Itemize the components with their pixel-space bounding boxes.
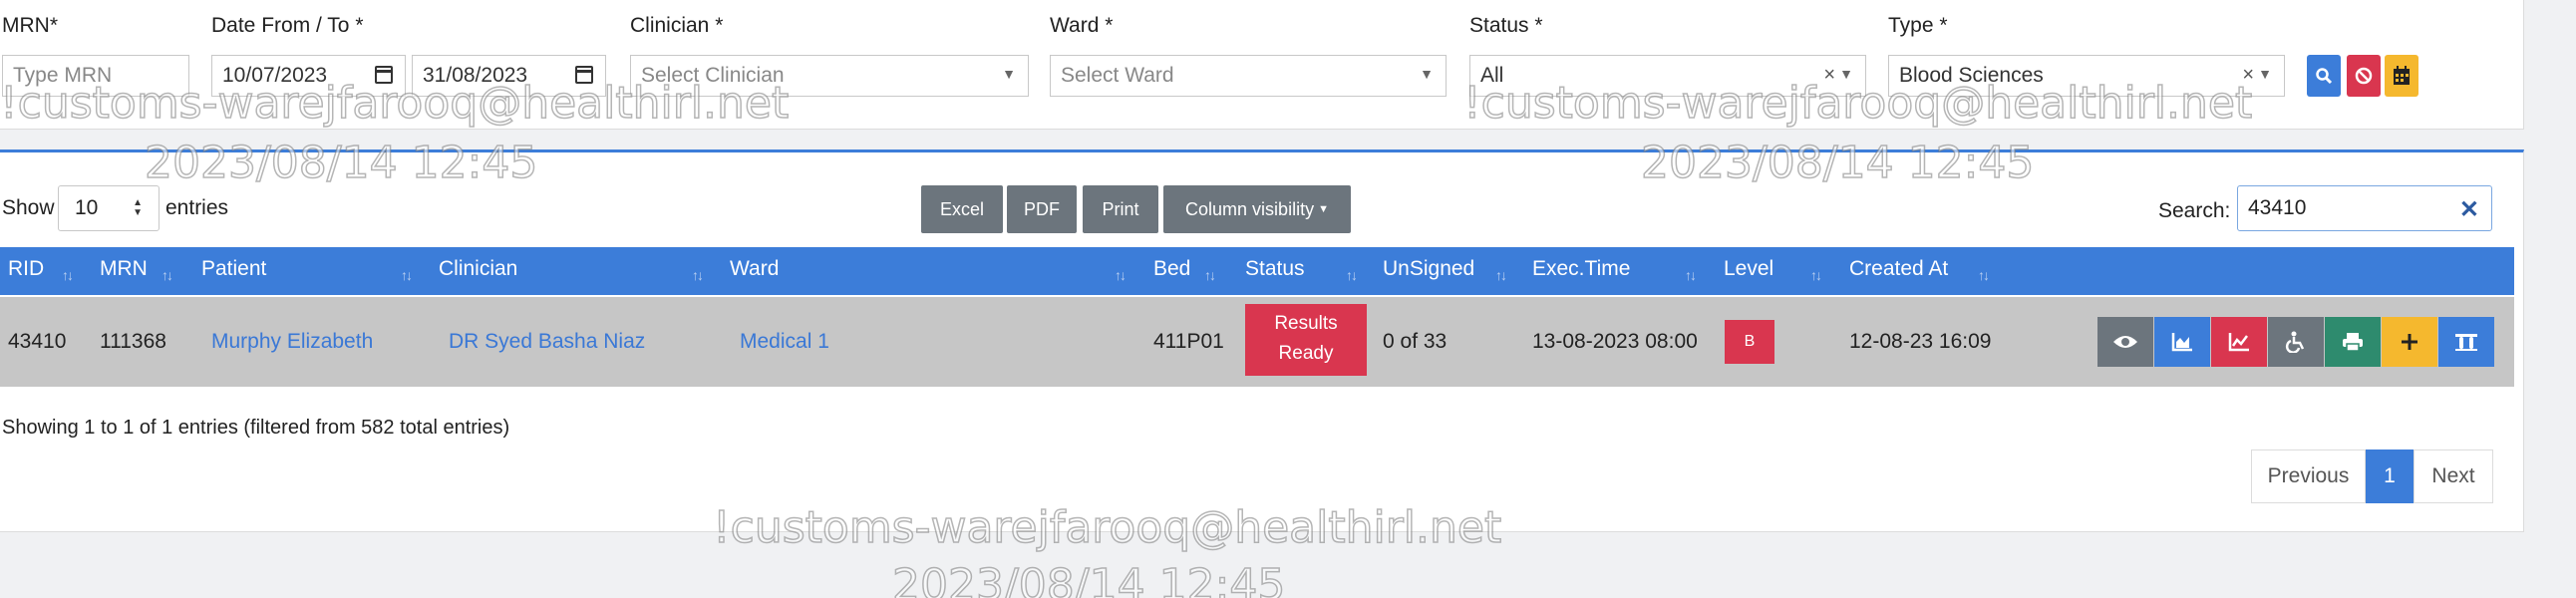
print-icon <box>2343 333 2363 352</box>
area-chart-button[interactable] <box>2154 317 2210 367</box>
ward-select[interactable]: Select Ward ▼ <box>1050 55 1447 97</box>
plus-icon <box>2402 334 2417 350</box>
sort-icon[interactable]: ↑↓ <box>1685 267 1697 283</box>
column-header-unsigned[interactable]: UnSigned <box>1383 257 1474 281</box>
type-label: Type * <box>1888 14 1948 37</box>
column-header-rid[interactable]: RID <box>8 257 44 281</box>
page-1-button[interactable]: 1 <box>2366 449 2414 503</box>
column-header-created-at[interactable]: Created At <box>1849 257 1948 281</box>
search-button[interactable] <box>2307 55 2341 97</box>
watermark-date: 2023/08/14 12:45 <box>1640 137 2035 189</box>
cell-rid: 43410 <box>8 330 67 353</box>
sample-tubes-button[interactable] <box>2438 317 2494 367</box>
status-label: Status * <box>1469 14 1543 37</box>
column-visibility-button[interactable]: Column visibility ▼ <box>1163 185 1351 233</box>
line-chart-button[interactable] <box>2211 317 2267 367</box>
results-panel: Show 10 ▲ ▼ entries Excel PDF Print Colum… <box>0 150 2524 532</box>
spinner-icon: ▲ ▼ <box>133 197 143 218</box>
sort-icon[interactable]: ↑↓ <box>401 267 413 283</box>
sort-icon[interactable]: ↑↓ <box>62 267 74 283</box>
chevron-down-icon: ▼ <box>1420 66 1434 82</box>
mrn-label: MRN* <box>2 14 58 37</box>
column-header-status[interactable]: Status <box>1245 257 1305 281</box>
column-header-patient[interactable]: Patient <box>201 257 266 281</box>
sort-icon[interactable]: ↑↓ <box>1115 267 1127 283</box>
calendar-icon <box>2394 66 2410 85</box>
table-info: Showing 1 to 1 of 1 entries (filtered fr… <box>2 417 510 439</box>
sort-icon[interactable]: ↑↓ <box>692 267 704 283</box>
cell-bed: 411P01 <box>1153 330 1224 353</box>
chevron-down-icon: ▼ <box>2258 66 2272 82</box>
chevron-down-icon: ▼ <box>1002 66 1016 82</box>
show-label: Show <box>2 196 55 219</box>
add-button[interactable] <box>2382 317 2437 367</box>
watermark-text: !customs-warejfarooq@healthirl.net <box>712 501 1502 554</box>
cell-unsigned: 0 of 33 <box>1383 330 1448 353</box>
table-row: 43410 111368 Murphy Elizabeth DR Syed Ba… <box>0 297 2514 387</box>
sort-icon[interactable]: ↑↓ <box>161 267 173 283</box>
column-header-bed[interactable]: Bed <box>1153 257 1190 281</box>
pdf-button[interactable]: PDF <box>1007 185 1077 233</box>
excel-button[interactable]: Excel <box>921 185 1003 233</box>
column-header-exec-time[interactable]: Exec.Time <box>1532 257 1630 281</box>
tube-rack-icon <box>2455 334 2477 351</box>
status-badge[interactable]: Results Ready <box>1245 304 1367 376</box>
search-label: Search: <box>2158 199 2231 222</box>
search-icon <box>2316 68 2333 85</box>
sort-icon[interactable]: ↑↓ <box>1346 267 1358 283</box>
clear-search-icon[interactable]: ✕ <box>2459 195 2479 224</box>
print-button[interactable]: Print <box>1083 185 1158 233</box>
wheelchair-icon <box>2285 331 2305 353</box>
accessibility-button[interactable] <box>2268 317 2324 367</box>
level-badge: B <box>1725 320 1774 364</box>
cell-created-at: 12-08-23 16:09 <box>1849 330 1992 353</box>
sort-icon[interactable]: ↑↓ <box>1495 267 1507 283</box>
watermark-text: !customs-warejfarooq@healthirl.net <box>1462 77 2253 130</box>
cell-mrn: 111368 <box>100 330 166 353</box>
eye-icon <box>2113 336 2137 348</box>
watermark-text: !customs-warejfarooq@healthirl.net <box>0 77 790 130</box>
search-input[interactable]: 43410 ✕ <box>2237 185 2492 231</box>
chart-line-icon <box>2228 333 2249 352</box>
patient-link[interactable]: Murphy Elizabeth <box>211 330 373 354</box>
reset-button[interactable] <box>2347 55 2381 97</box>
page-length-select[interactable]: 10 ▲ ▼ <box>58 185 160 231</box>
entries-label: entries <box>165 196 229 219</box>
chart-area-icon <box>2171 333 2192 352</box>
cell-exec-time: 13-08-2023 08:00 <box>1532 330 1698 353</box>
clinician-link[interactable]: DR Syed Basha Niaz <box>449 330 645 354</box>
calendar-button[interactable] <box>2385 55 2418 97</box>
ward-label: Ward * <box>1050 14 1114 37</box>
sort-icon[interactable]: ↑↓ <box>1978 267 1990 283</box>
column-header-ward[interactable]: Ward <box>730 257 779 281</box>
next-page-button[interactable]: Next <box>2414 449 2493 503</box>
watermark-date: 2023/08/14 12:45 <box>891 559 1286 598</box>
caret-down-icon: ▼ <box>1318 203 1329 215</box>
column-header-mrn[interactable]: MRN <box>100 257 148 281</box>
watermark-date: 2023/08/14 12:45 <box>144 137 538 189</box>
date-label: Date From / To * <box>211 14 364 37</box>
column-header-level[interactable]: Level <box>1724 257 1773 281</box>
sort-icon[interactable]: ↑↓ <box>1810 267 1822 283</box>
table-header: RID ↑↓ MRN ↑↓ Patient ↑↓ Clinician ↑↓ Ward ↑↓… <box>0 247 2514 295</box>
previous-page-button[interactable]: Previous <box>2251 449 2366 503</box>
print-row-button[interactable] <box>2325 317 2381 367</box>
clinician-label: Clinician * <box>630 14 724 37</box>
sort-icon[interactable]: ↑↓ <box>1204 267 1216 283</box>
column-header-clinician[interactable]: Clinician <box>439 257 517 281</box>
ward-link[interactable]: Medical 1 <box>740 330 829 354</box>
view-button[interactable] <box>2097 317 2153 367</box>
ban-icon <box>2355 67 2373 85</box>
